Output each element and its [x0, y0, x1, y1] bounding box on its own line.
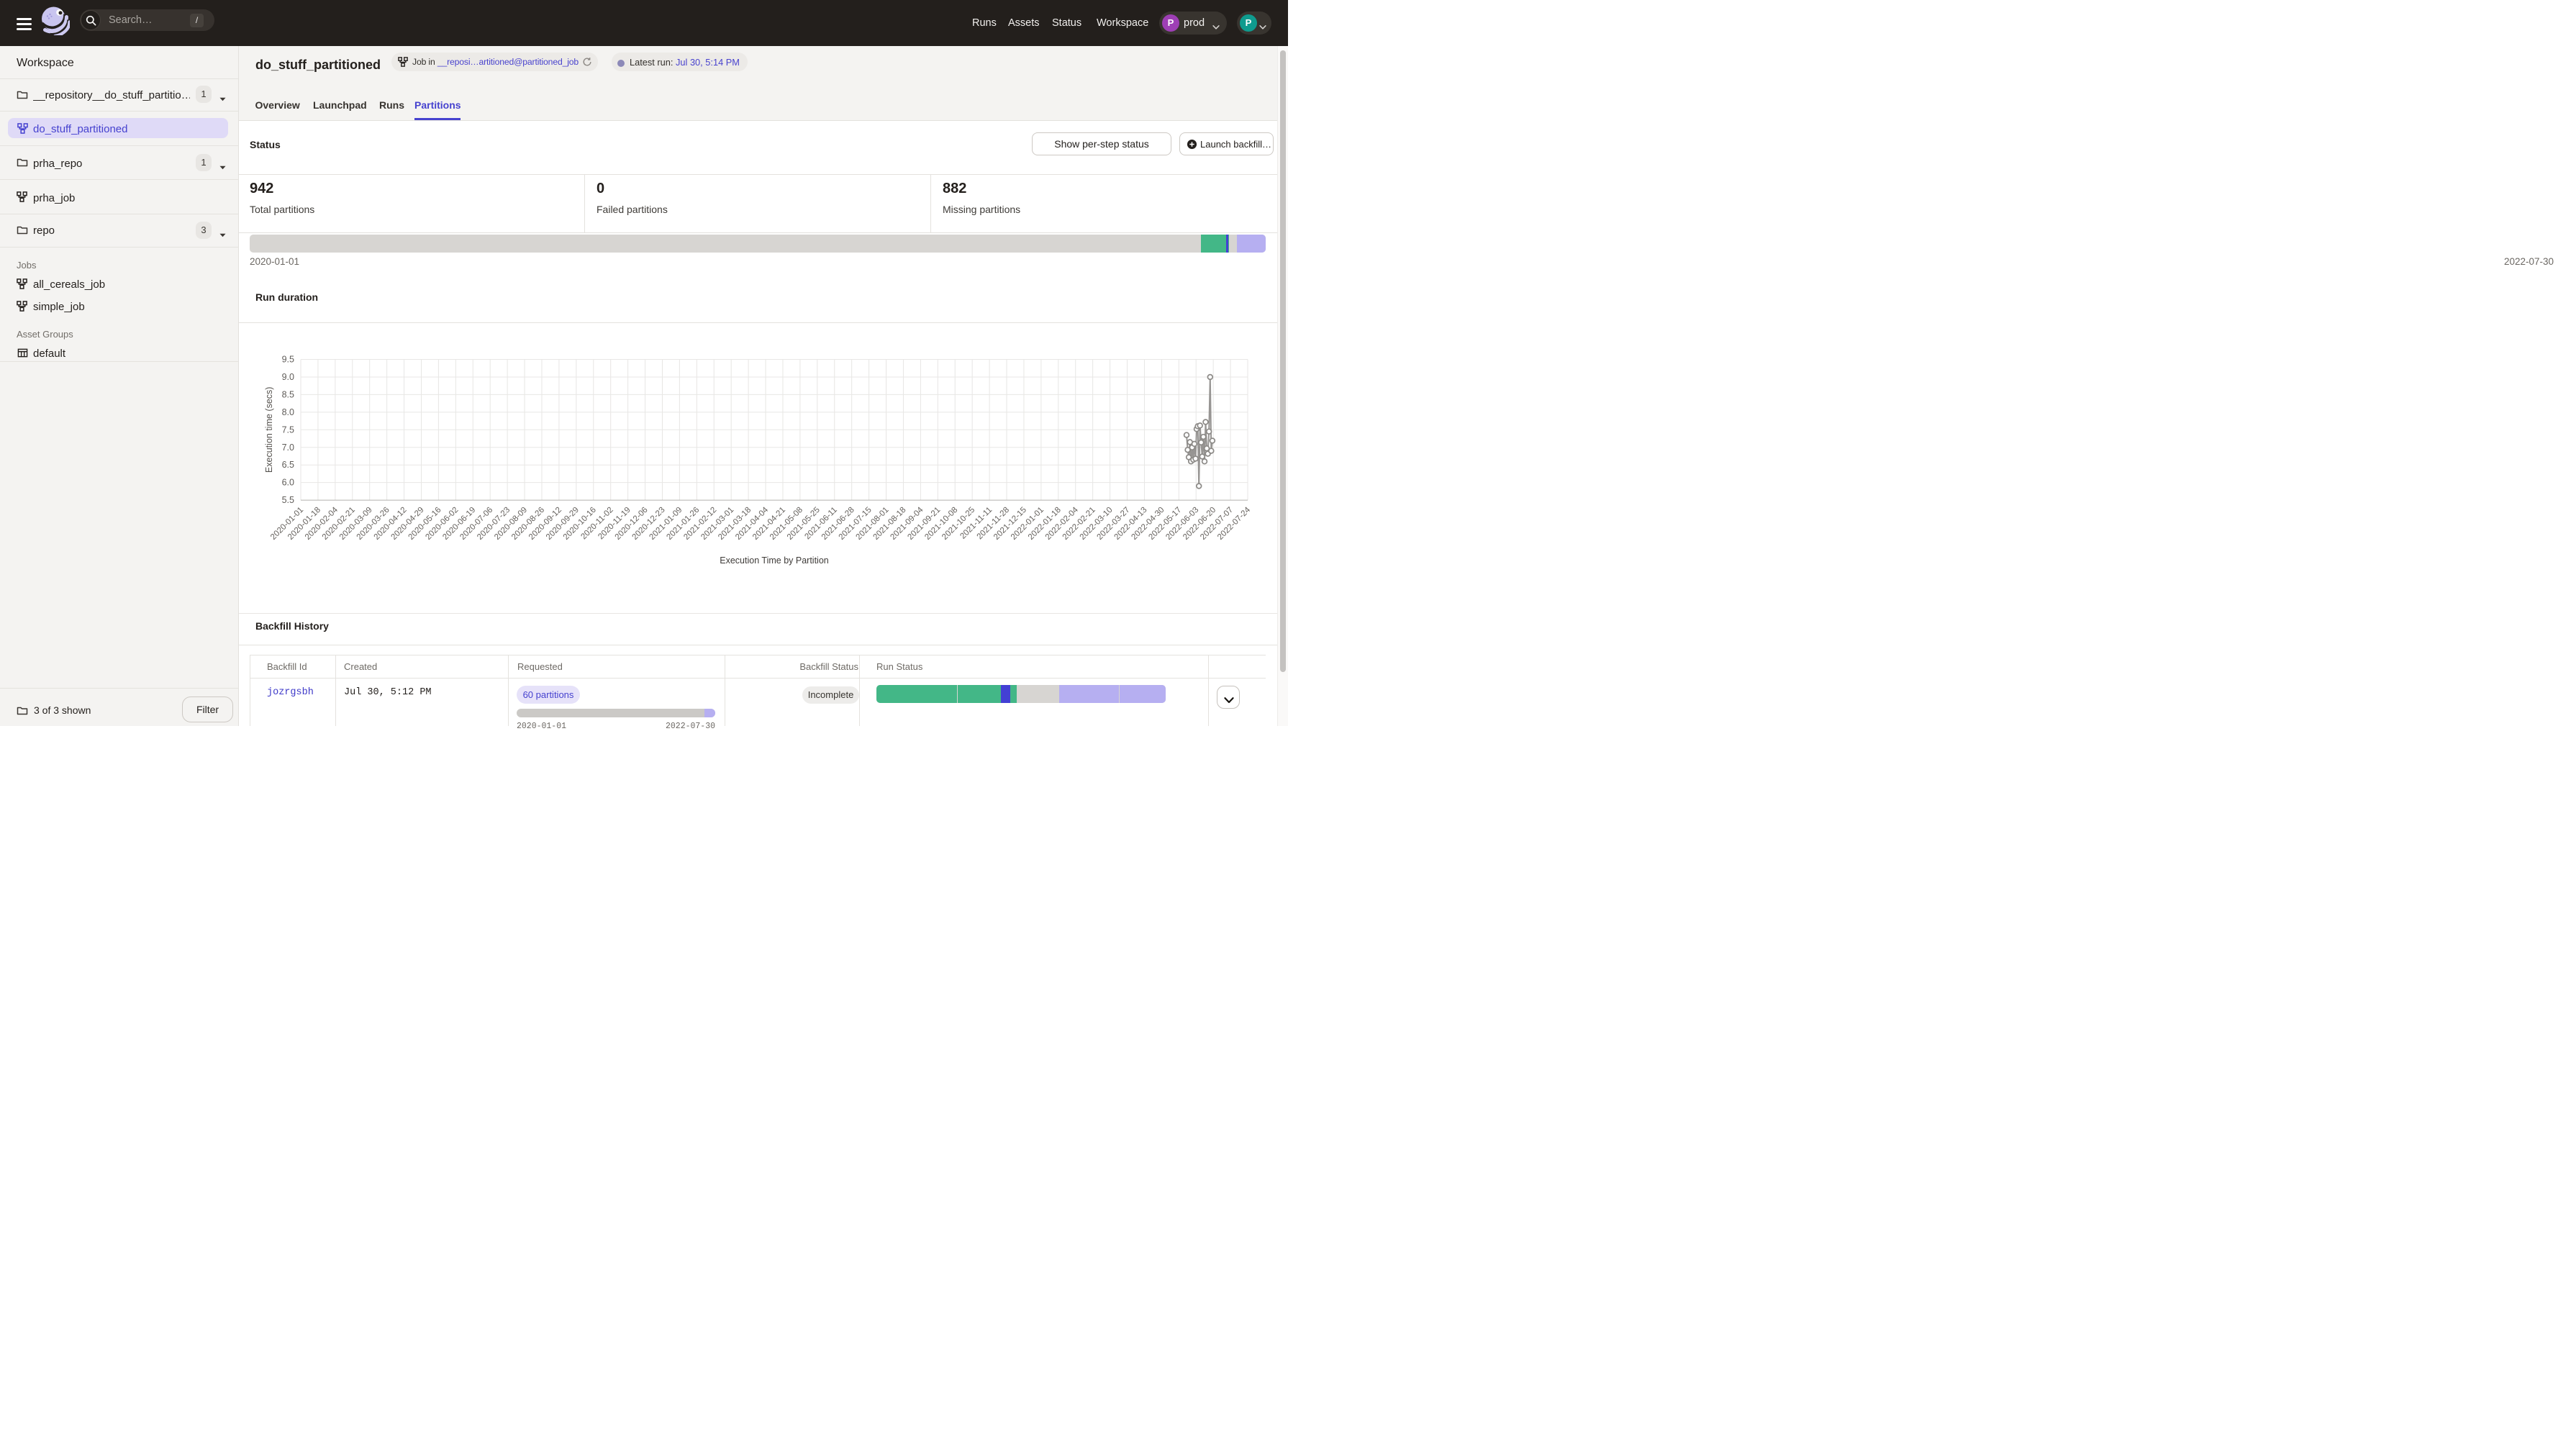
svg-text:7.5: 7.5 [282, 425, 294, 435]
svg-text:8.5: 8.5 [282, 389, 294, 399]
svg-text:6.0: 6.0 [282, 478, 294, 488]
svg-text:Execution time (secs): Execution time (secs) [264, 387, 274, 473]
svg-text:9.5: 9.5 [282, 355, 294, 365]
svg-text:9.0: 9.0 [282, 372, 294, 382]
svg-text:5.5: 5.5 [282, 495, 294, 505]
svg-text:7.0: 7.0 [282, 443, 294, 453]
svg-text:Execution Time by Partition: Execution Time by Partition [720, 555, 829, 566]
svg-text:6.5: 6.5 [282, 460, 294, 470]
svg-text:8.0: 8.0 [282, 407, 294, 417]
